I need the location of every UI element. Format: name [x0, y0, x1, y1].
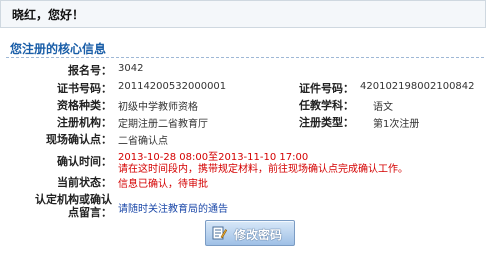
confirm-time-label: 确认时间： — [57, 155, 112, 168]
greeting-text: 晓红，您好！ — [12, 8, 85, 22]
reg-org-label: 注册机构： — [57, 116, 112, 129]
section-title: 您注册的核心信息 — [10, 42, 107, 56]
report-no-value: 3042 — [118, 63, 144, 74]
site-value: 二省确认点 — [118, 136, 168, 147]
confirm-time-note: 请在这时间段内，携带规定材料，前往现场确认点完成确认工作。 — [118, 164, 408, 175]
section-divider — [6, 57, 484, 58]
reg-type-label: 注册类型： — [299, 116, 354, 129]
cert-no-label: 证书号码： — [57, 82, 112, 95]
subject-value: 语文 — [373, 102, 393, 113]
id-no-value: 420102198002100842 — [360, 81, 475, 92]
subject-label: 任教学科： — [299, 99, 354, 112]
id-no-label: 证件号码： — [299, 82, 354, 95]
report-no-label: 报名号： — [68, 64, 112, 77]
edit-password-icon — [212, 226, 227, 240]
qual-type-value: 初级中学教师资格 — [118, 102, 198, 113]
change-password-button[interactable]: 修改密码 — [205, 220, 295, 246]
message-label-line2: 点留言： — [68, 206, 112, 219]
status-label: 当前状态： — [57, 176, 112, 189]
message-value: 请随时关注教育局的通告 — [118, 204, 228, 215]
cert-no-value: 20114200532000001 — [118, 81, 227, 92]
qual-type-label: 资格种类： — [57, 99, 112, 112]
site-label: 现场确认点： — [46, 133, 112, 146]
reg-org-value: 定期注册二省教育厅 — [118, 119, 208, 130]
status-value: 信息已确认，待审批 — [118, 179, 208, 190]
greeting-bar: 晓红，您好！ — [0, 0, 486, 28]
reg-type-value: 第1次注册 — [373, 119, 420, 130]
change-password-label: 修改密码 — [234, 228, 283, 242]
